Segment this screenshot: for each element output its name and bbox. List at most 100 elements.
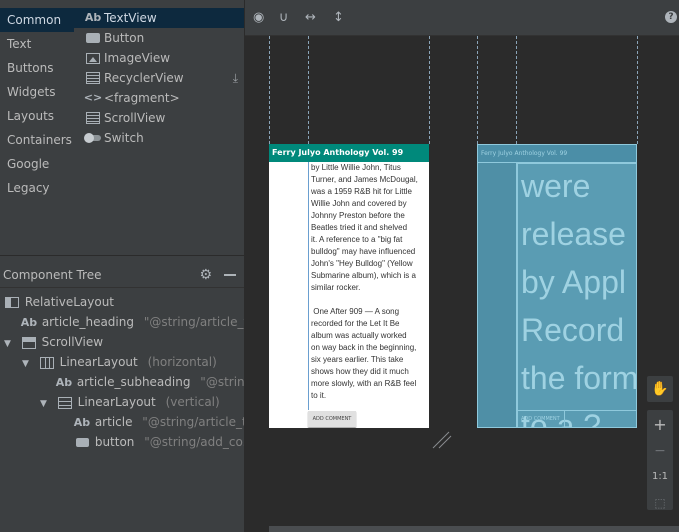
minimize-icon[interactable] xyxy=(224,274,236,276)
palette-item-scrollview[interactable]: ScrollView xyxy=(74,108,244,128)
article-textview[interactable]: by Little Willie John, Titus Turner, and… xyxy=(308,162,429,410)
category-google[interactable]: Google xyxy=(0,152,74,176)
tree-row-linearlayout-horizontal[interactable]: ▼ LinearLayout (horizontal) xyxy=(22,352,217,372)
tree-row-name: ScrollView xyxy=(41,335,104,349)
tree-row-name: button xyxy=(94,435,135,449)
tree-row-name: LinearLayout xyxy=(59,355,138,369)
design-toolbar: ◉ ∪ ↔ ↕ ? xyxy=(245,0,679,36)
tree-row-article-heading[interactable]: Ab article_heading "@string/article_tit.… xyxy=(20,312,268,332)
eye-icon[interactable]: ◉ xyxy=(253,10,264,25)
palette-item-recyclerview[interactable]: RecyclerView ⤓ xyxy=(74,68,244,88)
textview-icon: Ab xyxy=(55,375,73,389)
linearlayout-vertical-icon xyxy=(56,393,74,413)
textview-icon: Ab xyxy=(73,415,91,429)
palette-item-imageview[interactable]: ImageView xyxy=(74,48,244,68)
design-surface: ◉ ∪ ↔ ↕ ? Ferry Julyo Anthology Vol. 99 … xyxy=(244,0,679,532)
tree-row-meta: "@string/add_co... xyxy=(144,435,255,449)
magnet-icon[interactable]: ∪ xyxy=(279,10,289,25)
palette-items: Ab TextView Button ImageView RecyclerVie… xyxy=(74,8,244,148)
textview-icon: Ab xyxy=(84,11,102,24)
palette-panel: Common Text Buttons Widgets Layouts Cont… xyxy=(0,0,244,255)
button-icon xyxy=(73,433,91,453)
pan-icon[interactable]: ✋ xyxy=(647,376,673,402)
palette-item-textview[interactable]: Ab TextView xyxy=(74,8,244,28)
tree-row-scrollview[interactable]: ▼ ScrollView xyxy=(4,332,103,352)
guide-line xyxy=(308,36,309,144)
expand-arrow-icon[interactable]: ▼ xyxy=(4,334,16,354)
recyclerview-icon xyxy=(85,68,101,88)
fragment-icon: <> xyxy=(83,91,103,104)
tree-row-name: article_subheading xyxy=(76,375,191,389)
palette-categories: Common Text Buttons Widgets Layouts Cont… xyxy=(0,8,74,200)
help-icon[interactable]: ? xyxy=(665,11,677,23)
horizontal-scrollbar[interactable] xyxy=(269,526,679,532)
design-device-preview[interactable]: Ferry Julyo Anthology Vol. 99 by Little … xyxy=(269,144,429,428)
design-canvas[interactable]: Ferry Julyo Anthology Vol. 99 by Little … xyxy=(245,36,679,532)
category-widgets[interactable]: Widgets xyxy=(0,80,74,104)
component-tree-panel: Component Tree ⚙ RelativeLayout Ab artic… xyxy=(0,255,268,532)
category-layouts[interactable]: Layouts xyxy=(0,104,74,128)
tree-row-linearlayout-vertical[interactable]: ▼ LinearLayout (vertical) xyxy=(40,392,220,412)
button-icon xyxy=(85,28,101,48)
category-buttons[interactable]: Buttons xyxy=(0,56,74,80)
tree-row-meta: (vertical) xyxy=(165,395,220,409)
palette-item-label: Switch xyxy=(104,131,144,145)
article-text: by Little Willie John, Titus Turner, and… xyxy=(311,163,418,400)
zoom-to-fit-button[interactable]: ⬚ xyxy=(647,490,673,516)
resize-handle-icon[interactable] xyxy=(431,430,453,450)
blueprint-device-preview[interactable]: Ferry Julyo Anthology Vol. 99 were relea… xyxy=(477,144,637,428)
zoom-in-button[interactable]: + xyxy=(647,412,673,438)
add-comment-button[interactable]: ADD COMMENT xyxy=(308,411,356,427)
download-icon[interactable]: ⤓ xyxy=(233,68,238,88)
tree-row-relativelayout[interactable]: RelativeLayout xyxy=(3,292,114,312)
expand-arrow-icon[interactable]: ▼ xyxy=(40,394,52,414)
gear-icon[interactable]: ⚙ xyxy=(199,264,212,286)
tree-row-name: RelativeLayout xyxy=(24,295,115,309)
blueprint-article-region: were release by Appl Record the form to … xyxy=(517,163,636,427)
scrollview-icon xyxy=(85,108,101,128)
expand-arrow-icon[interactable]: ▼ xyxy=(22,354,34,374)
category-text[interactable]: Text xyxy=(0,32,74,56)
guide-line xyxy=(516,36,517,144)
guide-line xyxy=(637,36,638,144)
relativelayout-icon xyxy=(3,293,21,313)
palette-item-switch[interactable]: Switch xyxy=(74,128,244,148)
zoom-one-to-one-button[interactable]: 1:1 xyxy=(647,464,673,490)
guide-line xyxy=(269,36,270,144)
palette-item-label: ImageView xyxy=(104,51,171,65)
switch-icon xyxy=(84,128,101,148)
palette-item-label: TextView xyxy=(104,11,157,25)
palette-item-label: <fragment> xyxy=(104,91,180,105)
category-common[interactable]: Common xyxy=(0,8,74,32)
horizontal-arrows-icon[interactable]: ↔ xyxy=(305,10,316,25)
blueprint-heading: Ferry Julyo Anthology Vol. 99 xyxy=(478,145,636,163)
category-legacy[interactable]: Legacy xyxy=(0,176,74,200)
palette-item-button[interactable]: Button xyxy=(74,28,244,48)
guide-line xyxy=(477,36,478,144)
imageview-icon xyxy=(85,48,101,68)
blueprint-article-text: were release by Appl Record the form to … xyxy=(521,168,637,428)
palette-item-fragment[interactable]: <> <fragment> xyxy=(74,88,244,108)
tree-row-article[interactable]: Ab article "@string/article_t... xyxy=(73,412,258,432)
palette-item-label: ScrollView xyxy=(104,111,166,125)
blueprint-subheading-region xyxy=(478,163,517,427)
article-heading[interactable]: Ferry Julyo Anthology Vol. 99 xyxy=(269,144,429,162)
vertical-arrows-icon[interactable]: ↕ xyxy=(333,10,344,25)
component-tree-title: Component Tree xyxy=(3,268,102,282)
zoom-out-button[interactable]: − xyxy=(647,438,673,464)
tree-row-meta: (horizontal) xyxy=(147,355,217,369)
tree-row-name: LinearLayout xyxy=(77,395,156,409)
linearlayout-horizontal-icon xyxy=(38,353,56,373)
textview-icon: Ab xyxy=(20,315,38,329)
guide-line xyxy=(429,36,430,144)
palette-item-label: Button xyxy=(104,31,145,45)
scrollview-icon xyxy=(20,333,38,353)
blueprint-button: ADD COMMENT xyxy=(517,410,565,427)
palette-item-label: RecyclerView xyxy=(104,71,184,85)
tree-row-meta: "@string/article_t... xyxy=(142,415,259,429)
tree-row-article-subheading[interactable]: Ab article_subheading "@strin... xyxy=(55,372,256,392)
component-tree-header: Component Tree ⚙ xyxy=(0,264,244,288)
category-containers[interactable]: Containers xyxy=(0,128,74,152)
tree-row-name: article_heading xyxy=(41,315,134,329)
tree-row-button[interactable]: button "@string/add_co... xyxy=(73,432,254,452)
